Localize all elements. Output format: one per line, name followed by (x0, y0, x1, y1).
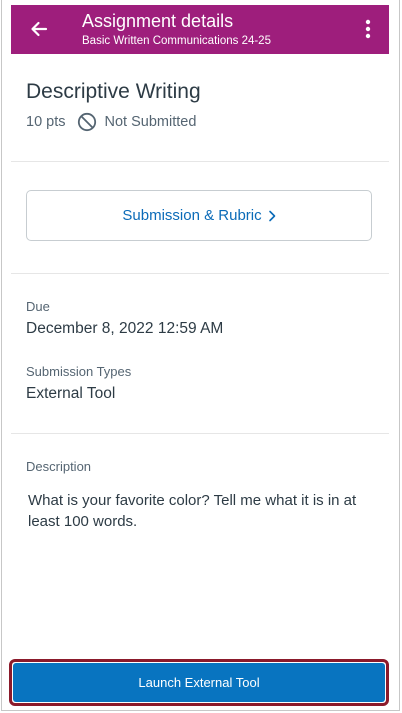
description-text: What is your favorite color? Tell me wha… (28, 492, 357, 530)
due-date: December 8, 2022 12:59 AM (26, 320, 224, 337)
not-submitted-icon (77, 112, 97, 132)
divider (11, 273, 389, 274)
launch-external-tool-button[interactable]: Launch External Tool (13, 663, 385, 702)
launch-button-highlight: Launch External Tool (9, 659, 389, 706)
submission-types-label: Submission Types (26, 364, 132, 379)
points-label: 10 pts (26, 114, 66, 130)
back-arrow-icon (31, 21, 48, 37)
assignment-meta: 10 pts Not Submitted (26, 112, 196, 132)
assignment-details: Descriptive Writing 10 pts Not Submitted… (11, 54, 389, 658)
due-label: Due (26, 299, 50, 314)
back-button[interactable] (25, 15, 53, 43)
page-title: Assignment details (82, 11, 234, 31)
submission-rubric-button[interactable]: Submission & Rubric (26, 190, 372, 241)
course-subtitle: Basic Written Communications 24-25 (82, 35, 271, 47)
divider (11, 433, 389, 434)
submission-status: Not Submitted (104, 114, 197, 130)
chevron-right-icon (268, 210, 276, 222)
assignment-title: Descriptive Writing (26, 80, 201, 103)
more-vertical-icon (365, 19, 371, 39)
app-bar: Assignment details Basic Written Communi… (11, 5, 389, 54)
submission-rubric-label: Submission & Rubric (122, 207, 262, 224)
submission-types-value: External Tool (26, 385, 116, 402)
description-label: Description (26, 459, 92, 474)
divider (11, 161, 389, 162)
overflow-menu-button[interactable] (357, 15, 379, 43)
